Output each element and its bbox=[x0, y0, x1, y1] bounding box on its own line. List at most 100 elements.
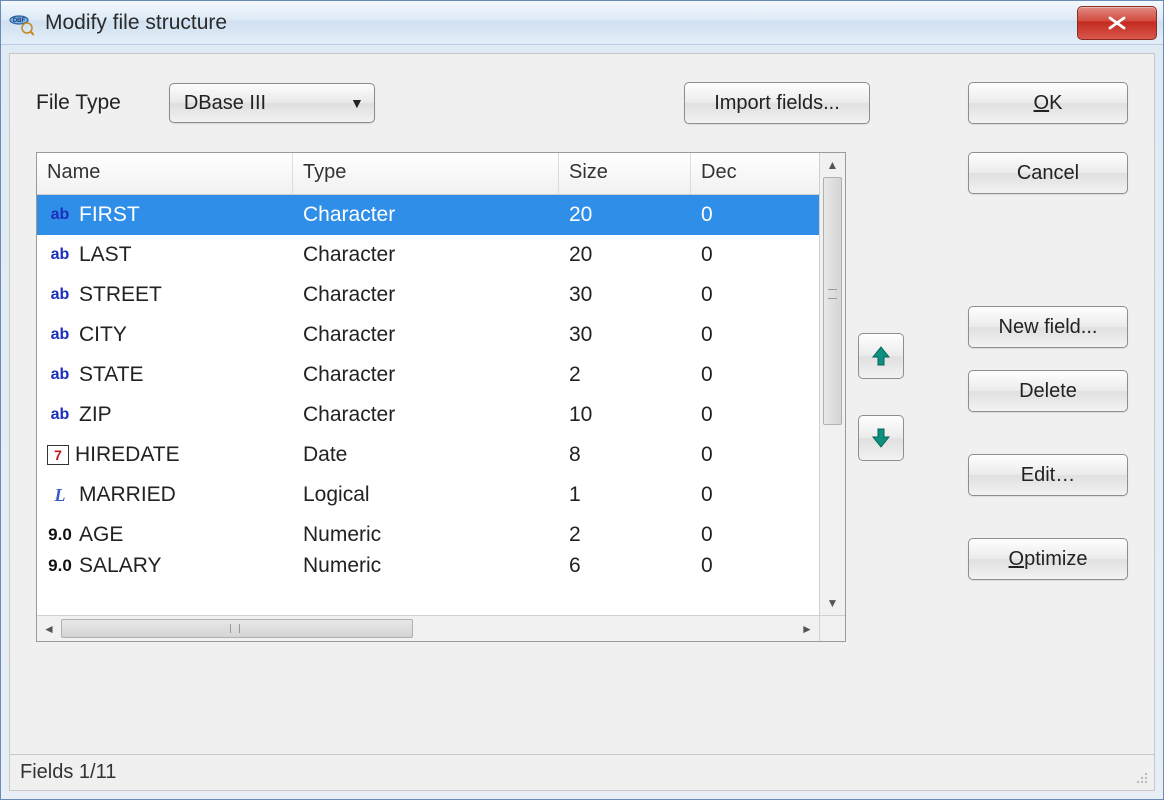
field-name: LAST bbox=[79, 243, 283, 267]
field-name: CITY bbox=[79, 323, 283, 347]
file-type-value: DBase III bbox=[184, 92, 350, 115]
edit-label: Edit… bbox=[1021, 464, 1075, 487]
ok-button[interactable]: OK bbox=[968, 82, 1128, 124]
edit-button[interactable]: Edit… bbox=[968, 454, 1128, 496]
hscroll-track[interactable] bbox=[61, 616, 795, 641]
field-dec: 0 bbox=[691, 363, 811, 387]
field-type: Character bbox=[293, 363, 559, 387]
field-size: 20 bbox=[559, 243, 691, 267]
resize-grip-icon[interactable] bbox=[1132, 768, 1150, 786]
table-row[interactable]: 7HIREDATEDate80 bbox=[37, 435, 845, 475]
window-title: Modify file structure bbox=[45, 11, 1077, 35]
field-type: Character bbox=[293, 243, 559, 267]
field-size: 6 bbox=[559, 555, 691, 577]
table-row[interactable]: ab LAST Character200 bbox=[37, 235, 845, 275]
new-field-label: New field... bbox=[999, 316, 1098, 339]
close-button[interactable] bbox=[1077, 6, 1157, 40]
field-dec: 0 bbox=[691, 523, 811, 547]
field-type-icon: L bbox=[47, 484, 73, 506]
field-type-icon: ab bbox=[47, 244, 73, 266]
arrow-up-icon bbox=[871, 345, 891, 367]
table-row[interactable]: abCITYCharacter300 bbox=[37, 315, 845, 355]
right-button-column: Cancel New field... Delete Edit… Optimiz… bbox=[916, 152, 1128, 642]
table-row[interactable]: abFIRSTCharacter200 bbox=[37, 195, 845, 235]
table-row[interactable]: ab ZIP Character100 bbox=[37, 395, 845, 435]
cancel-label: Cancel bbox=[1017, 162, 1079, 185]
vscroll-thumb[interactable] bbox=[823, 177, 842, 425]
optimize-label: Optimize bbox=[1009, 548, 1088, 571]
field-size: 30 bbox=[559, 283, 691, 307]
field-name: SALARY bbox=[79, 555, 283, 577]
app-icon: DBF bbox=[7, 9, 35, 37]
horizontal-scrollbar[interactable]: ◄ ► bbox=[37, 615, 819, 641]
scroll-up-button[interactable]: ▲ bbox=[820, 153, 845, 177]
field-name: FIRST bbox=[79, 203, 283, 227]
vscroll-track[interactable] bbox=[820, 177, 845, 591]
field-name: MARRIED bbox=[79, 483, 283, 507]
table-row[interactable]: 9.0SALARYNumeric60 bbox=[37, 555, 845, 577]
field-name: STATE bbox=[79, 363, 283, 387]
field-type-icon: ab bbox=[47, 404, 73, 426]
table-row[interactable]: ab STATE Character20 bbox=[37, 355, 845, 395]
field-type: Logical bbox=[293, 483, 559, 507]
reorder-column bbox=[846, 152, 916, 642]
field-size: 1 bbox=[559, 483, 691, 507]
col-header-dec[interactable]: Dec bbox=[691, 153, 811, 194]
status-bar: Fields 1/11 bbox=[10, 754, 1154, 790]
file-type-label: File Type bbox=[36, 91, 121, 115]
field-size: 2 bbox=[559, 363, 691, 387]
field-type-icon: ab bbox=[47, 204, 73, 226]
field-type: Character bbox=[293, 283, 559, 307]
cancel-button[interactable]: Cancel bbox=[968, 152, 1128, 194]
file-type-dropdown[interactable]: DBase III ▼ bbox=[169, 83, 375, 123]
move-up-button[interactable] bbox=[858, 333, 904, 379]
titlebar[interactable]: DBF Modify file structure bbox=[1, 1, 1163, 45]
svg-text:DBF: DBF bbox=[13, 18, 26, 24]
vertical-scrollbar[interactable]: ▲ ▼ bbox=[819, 153, 845, 615]
status-text: Fields 1/11 bbox=[20, 761, 116, 784]
table-row[interactable]: abSTREETCharacter300 bbox=[37, 275, 845, 315]
field-name: ZIP bbox=[79, 403, 283, 427]
field-type: Date bbox=[293, 443, 559, 467]
field-type: Numeric bbox=[293, 523, 559, 547]
field-dec: 0 bbox=[691, 243, 811, 267]
scroll-left-button[interactable]: ◄ bbox=[37, 616, 61, 641]
field-type-icon: ab bbox=[47, 324, 73, 346]
chevron-down-icon: ▼ bbox=[350, 95, 364, 111]
field-name: HIREDATE bbox=[75, 443, 283, 467]
field-dec: 0 bbox=[691, 483, 811, 507]
field-dec: 0 bbox=[691, 283, 811, 307]
delete-button[interactable]: Delete bbox=[968, 370, 1128, 412]
col-header-type[interactable]: Type bbox=[293, 153, 559, 194]
optimize-button[interactable]: Optimize bbox=[968, 538, 1128, 580]
field-size: 20 bbox=[559, 203, 691, 227]
field-type-icon: ab bbox=[47, 364, 73, 386]
fields-table: Name Type Size Dec abFIRSTCharacter200ab… bbox=[36, 152, 846, 642]
field-size: 30 bbox=[559, 323, 691, 347]
scroll-down-button[interactable]: ▼ bbox=[820, 591, 845, 615]
scroll-right-button[interactable]: ► bbox=[795, 616, 819, 641]
top-row: File Type DBase III ▼ Import fields... O… bbox=[36, 82, 1128, 124]
import-fields-label: Import fields... bbox=[714, 92, 840, 115]
field-dec: 0 bbox=[691, 403, 811, 427]
col-header-name[interactable]: Name bbox=[37, 153, 293, 194]
field-type-icon: 9.0 bbox=[47, 524, 73, 546]
field-type-icon: ab bbox=[47, 284, 73, 306]
field-name: AGE bbox=[79, 523, 283, 547]
col-header-size[interactable]: Size bbox=[559, 153, 691, 194]
client-area: File Type DBase III ▼ Import fields... O… bbox=[9, 53, 1155, 791]
field-size: 10 bbox=[559, 403, 691, 427]
table-row[interactable]: 9.0 AGE Numeric20 bbox=[37, 515, 845, 555]
field-type: Character bbox=[293, 403, 559, 427]
close-icon bbox=[1108, 16, 1126, 30]
new-field-button[interactable]: New field... bbox=[968, 306, 1128, 348]
field-type: Numeric bbox=[293, 555, 559, 577]
move-down-button[interactable] bbox=[858, 415, 904, 461]
field-type: Character bbox=[293, 323, 559, 347]
field-size: 2 bbox=[559, 523, 691, 547]
field-dec: 0 bbox=[691, 555, 811, 577]
import-fields-button[interactable]: Import fields... bbox=[684, 82, 870, 124]
table-row[interactable]: L MARRIED Logical10 bbox=[37, 475, 845, 515]
hscroll-thumb[interactable] bbox=[61, 619, 413, 638]
field-dec: 0 bbox=[691, 443, 811, 467]
